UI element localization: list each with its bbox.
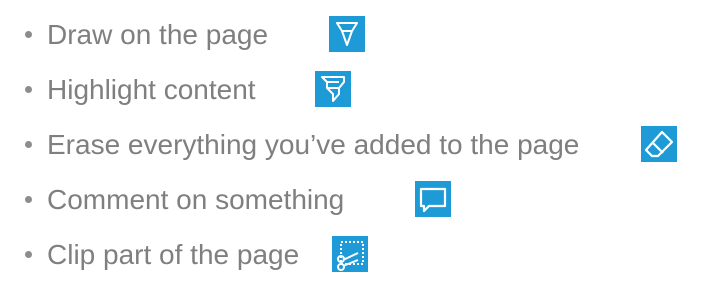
- list-item-label: Highlight content: [47, 74, 256, 105]
- bullet: [25, 31, 32, 38]
- list-item-label: Clip part of the page: [47, 239, 300, 270]
- eraser-icon: [641, 126, 677, 162]
- pen-icon: [329, 16, 365, 52]
- clip-icon: [332, 236, 368, 272]
- bullet: [25, 196, 32, 203]
- bullet: [25, 251, 32, 258]
- highlighter-icon: [315, 71, 351, 107]
- list-item-label: Comment on something: [47, 184, 345, 215]
- comment-icon: [415, 181, 451, 217]
- list-item-label: Draw on the page: [47, 19, 269, 50]
- list-item-label: Erase everything you’ve added to the pag…: [47, 129, 580, 160]
- bullet: [25, 86, 32, 93]
- bullet: [25, 141, 32, 148]
- feature-list: Draw on the page Highlight content Erase…: [0, 0, 702, 281]
